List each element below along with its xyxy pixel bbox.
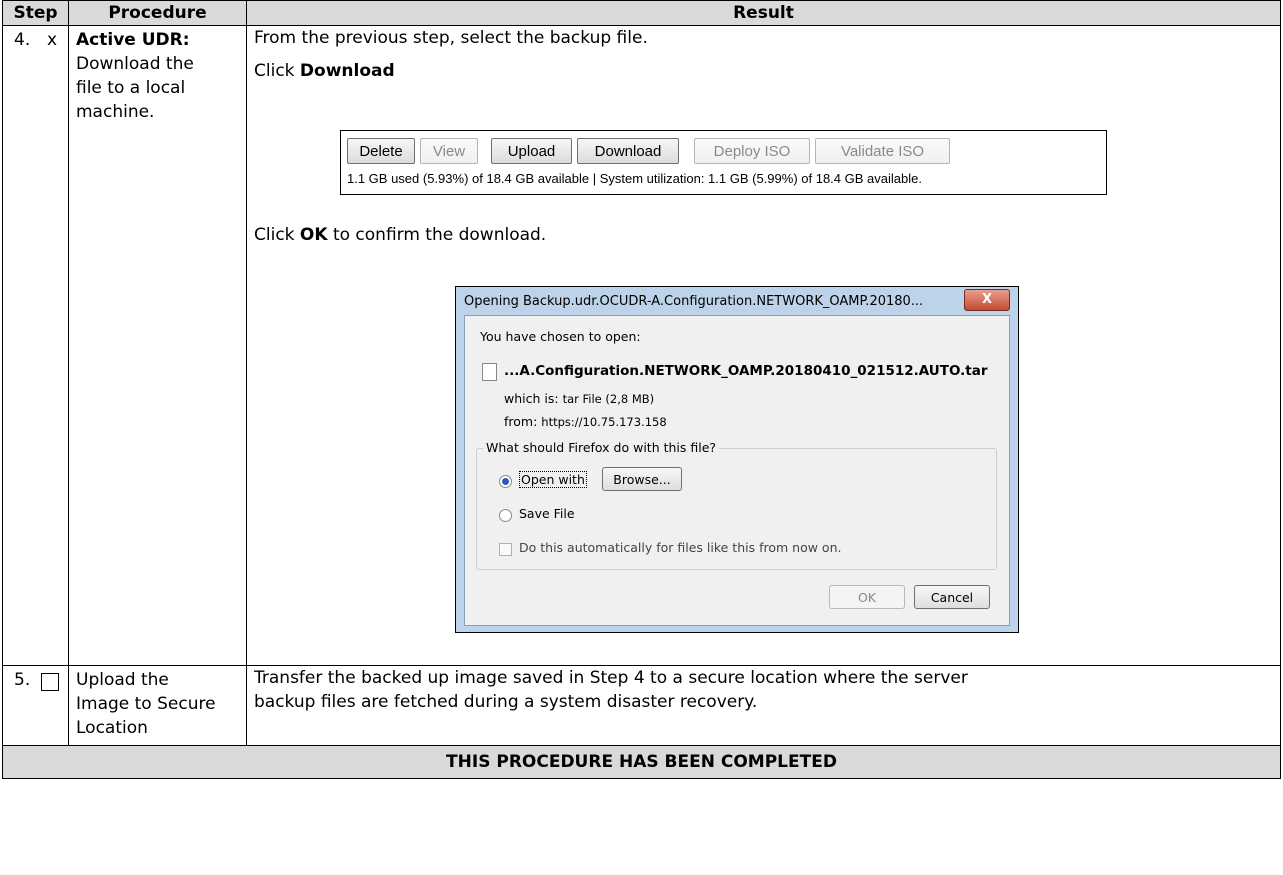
storage-status-text: 1.1 GB used (5.93%) of 18.4 GB available…: [347, 171, 922, 186]
ok-button[interactable]: OK: [829, 585, 905, 609]
dialog-intro: You have chosen to open:: [480, 329, 641, 344]
step-cell: 5.: [2, 665, 69, 746]
header-step: Step: [2, 0, 69, 26]
table-header-row: Step Procedure Result: [2, 0, 1281, 26]
dialog-filename: ...A.Configuration.NETWORK_OAMP.20180410…: [504, 363, 988, 379]
backup-toolbar-panel: Delete View Upload Download Deploy ISO V…: [340, 130, 1107, 195]
procedure-line: Image to Secure: [76, 694, 216, 714]
footer-row: THIS PROCEDURE HAS BEEN COMPLETED: [2, 745, 1281, 779]
save-file-radio[interactable]: [499, 509, 512, 522]
upload-button[interactable]: Upload: [491, 138, 572, 164]
procedure-line: machine.: [76, 102, 155, 122]
groupbox-title: What should Firefox do with this file?: [483, 440, 720, 455]
procedure-table: Step Procedure Result 4. x Active UDR: D…: [2, 0, 1281, 779]
result-line: From the previous step, select the backu…: [254, 28, 648, 48]
step-number: 4.: [14, 30, 31, 50]
header-procedure: Procedure: [68, 0, 247, 26]
procedure-line: Location: [76, 718, 148, 738]
result-line: Transfer the backed up image saved in St…: [254, 668, 968, 688]
action-groupbox: What should Firefox do with this file? O…: [476, 440, 997, 570]
download-dialog: Opening Backup.udr.OCUDR-A.Configuration…: [455, 286, 1019, 633]
procedure-line: file to a local: [76, 78, 186, 98]
browse-button[interactable]: Browse...: [602, 467, 682, 491]
result-line: backup files are fetched during a system…: [254, 692, 758, 712]
close-icon[interactable]: X: [964, 289, 1010, 311]
view-button[interactable]: View: [420, 138, 478, 164]
save-file-label[interactable]: Save File: [519, 506, 575, 521]
procedure-cell: Upload the Image to Secure Location: [68, 665, 247, 746]
download-button[interactable]: Download: [577, 138, 679, 164]
file-icon: [482, 363, 497, 381]
dialog-title: Opening Backup.udr.OCUDR-A.Configuration…: [464, 294, 924, 309]
document-page: Step Procedure Result 4. x Active UDR: D…: [0, 0, 1283, 875]
step-checkbox[interactable]: [41, 673, 59, 691]
file-type-row: which is: tar File (2,8 MB): [504, 391, 655, 406]
result-cell: Transfer the backed up image saved in St…: [246, 665, 1281, 746]
procedure-line: Upload the: [76, 670, 169, 690]
procedure-title: Active UDR:: [76, 30, 190, 50]
procedure-line: Download the: [76, 54, 194, 74]
table-row: 5. Upload the Image to Secure Location T…: [2, 665, 1281, 746]
step-number: 5.: [14, 670, 31, 690]
dialog-body: You have chosen to open: ...A.Configurat…: [464, 315, 1010, 626]
delete-button[interactable]: Delete: [347, 138, 415, 164]
open-with-radio[interactable]: [499, 475, 512, 488]
result-cell: From the previous step, select the backu…: [246, 25, 1281, 666]
completion-banner: THIS PROCEDURE HAS BEEN COMPLETED: [2, 745, 1281, 779]
procedure-cell: Active UDR: Download the file to a local…: [68, 25, 247, 666]
validate-iso-button[interactable]: Validate ISO: [815, 138, 950, 164]
header-result: Result: [246, 0, 1281, 26]
result-line: Click OK to confirm the download.: [254, 225, 547, 245]
step-mark: x: [47, 30, 58, 50]
deploy-iso-button[interactable]: Deploy ISO: [694, 138, 810, 164]
cancel-button[interactable]: Cancel: [914, 585, 990, 609]
auto-checkbox[interactable]: [499, 543, 512, 556]
table-row: 4. x Active UDR: Download the file to a …: [2, 25, 1281, 666]
auto-checkbox-label[interactable]: Do this automatically for files like thi…: [519, 540, 841, 555]
file-source-row: from: https://10.75.173.158: [504, 414, 667, 429]
result-line: Click Download: [254, 61, 395, 81]
step-cell: 4. x: [2, 25, 69, 666]
open-with-label[interactable]: Open with: [519, 471, 587, 488]
